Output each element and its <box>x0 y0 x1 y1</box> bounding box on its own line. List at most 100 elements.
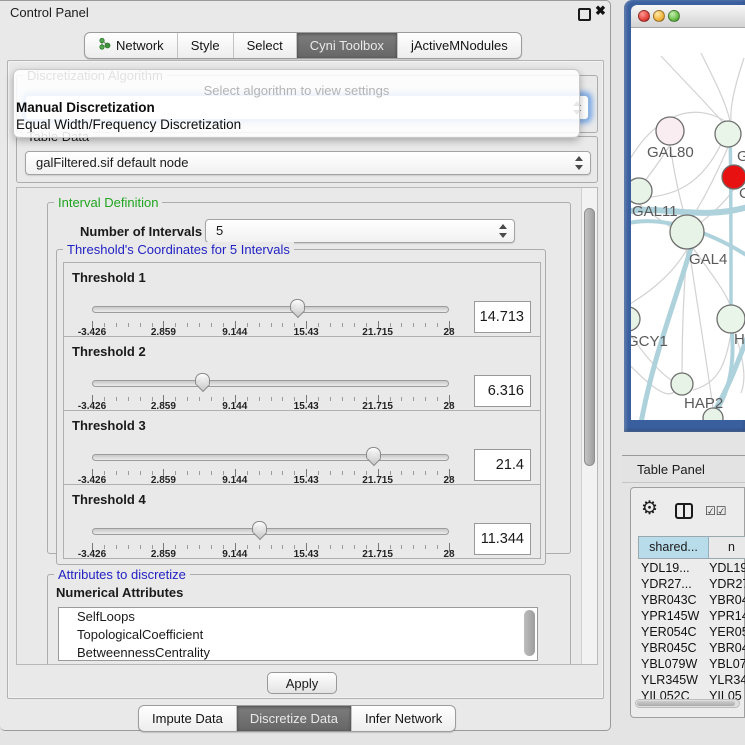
popup-option-manual-discretization[interactable]: Manual Discretization <box>16 100 155 115</box>
close-traffic-light[interactable] <box>638 10 650 22</box>
table-row[interactable]: YBL079WYBL07 <box>638 656 745 672</box>
column-header-name[interactable]: n <box>709 537 745 558</box>
attribute-item[interactable]: BetweennessCentrality <box>59 644 537 661</box>
combo-arrows-icon <box>498 223 507 239</box>
combo-arrows-icon <box>574 155 583 171</box>
screen: Control Panel ✖ Network Style Select <box>0 0 745 745</box>
tick-label: 2.859 <box>151 549 176 560</box>
zoom-traffic-light[interactable] <box>668 10 680 22</box>
network-node[interactable] <box>631 307 640 331</box>
column-header-shared[interactable]: shared... <box>639 537 709 558</box>
network-node-label: HAP2 <box>684 395 723 412</box>
close-icon[interactable]: ✖ <box>595 3 606 19</box>
attribute-item[interactable]: TopologicalCoefficient <box>59 626 537 644</box>
table-data-combobox[interactable]: galFiltered.sif default node <box>25 151 591 175</box>
attributes-group: Attributes to discretize Numerical Attri… <box>47 574 571 665</box>
table-cell: YBR043C <box>638 592 709 608</box>
numerical-attributes-list[interactable]: SelfLoopsTopologicalCoefficientBetweenne… <box>58 607 538 661</box>
network-node[interactable] <box>670 215 704 249</box>
tab-infer-network[interactable]: Infer Network <box>352 706 455 731</box>
threshold-value-field[interactable]: 14.713 <box>474 301 531 333</box>
algorithm-popup: Select algorithm to view settings Manual… <box>13 69 580 138</box>
tab-label: Impute Data <box>152 706 223 731</box>
table-row[interactable]: YPR145WYPR14 <box>638 608 745 624</box>
table-cell: YBR04 <box>709 592 745 608</box>
tab-label: Discretize Data <box>250 706 338 731</box>
tab-label: jActiveMNodules <box>411 33 508 58</box>
table-panel-header: Table Panel <box>622 455 745 483</box>
network-node-label: GCY1 <box>631 333 668 350</box>
slider-thumb[interactable] <box>366 447 381 459</box>
threshold-slider[interactable] <box>92 299 449 321</box>
popup-option-equal-width[interactable]: Equal Width/Frequency Discretization <box>16 117 241 132</box>
tab-label: Infer Network <box>365 706 442 731</box>
tab-select[interactable]: Select <box>234 33 297 58</box>
horizontal-scrollbar-thumb[interactable] <box>637 701 735 706</box>
checkboxes-icon[interactable]: ☑☑ <box>705 504 727 518</box>
threshold-value-field[interactable]: 11.344 <box>474 523 531 555</box>
control-panel-window: Control Panel ✖ Network Style Select <box>0 0 611 731</box>
interval-definition-group: Interval Definition Number of Intervals … <box>47 202 571 554</box>
tick-label: -3.426 <box>78 549 106 560</box>
tab-style[interactable]: Style <box>178 33 234 58</box>
group-title: Interval Definition <box>54 195 162 210</box>
float-window-icon[interactable] <box>578 8 591 21</box>
threshold-value-field[interactable]: 21.4 <box>474 449 531 481</box>
scrollbar-track[interactable] <box>581 188 598 664</box>
threshold-label: Threshold 3 <box>72 418 146 433</box>
popup-prompt: Select algorithm to view settings <box>14 83 579 98</box>
table-data-group: Table Data galFiltered.sif default node <box>16 136 598 183</box>
network-window-titlebar[interactable] <box>631 5 745 28</box>
tab-discretize-data[interactable]: Discretize Data <box>237 706 352 731</box>
network-node[interactable] <box>671 373 693 395</box>
slider-track[interactable] <box>92 454 449 461</box>
network-canvas[interactable]: GAL80GACGAL11GAL4GCY1HHAP2 <box>631 28 745 420</box>
network-node[interactable] <box>715 121 741 147</box>
attribute-item[interactable]: SelfLoops <box>59 608 537 626</box>
apply-button[interactable]: Apply <box>267 672 337 694</box>
table-cell: YER054C <box>638 624 709 640</box>
table-row[interactable]: YER054CYER05 <box>638 624 745 640</box>
split-columns-icon[interactable] <box>675 503 693 519</box>
slider-thumb[interactable] <box>252 521 267 533</box>
group-title: Attributes to discretize <box>54 567 190 582</box>
tab-network[interactable]: Network <box>85 33 178 58</box>
threshold-card: Threshold 4 -3.4262.8599.14415.4321.7152… <box>63 484 541 559</box>
bottom-tab-strip: Impute Data Discretize Data Infer Networ… <box>138 705 456 732</box>
combo-value: galFiltered.sif default node <box>36 155 188 170</box>
minimize-traffic-light[interactable] <box>653 10 665 22</box>
threshold-card: Threshold 1 -3.4262.8599.14415.4321.7152… <box>63 262 541 337</box>
threshold-slider[interactable] <box>92 521 449 543</box>
threshold-slider[interactable] <box>92 447 449 469</box>
network-view-window: GAL80GACGAL11GAL4GCY1HHAP2 <box>624 0 745 432</box>
gear-icon[interactable]: ⚙ <box>641 497 658 520</box>
threshold-slider[interactable] <box>92 373 449 395</box>
network-node[interactable] <box>656 117 684 145</box>
slider-track[interactable] <box>92 528 449 535</box>
number-of-intervals-combobox[interactable]: 5 <box>205 219 515 243</box>
network-node[interactable] <box>717 305 745 333</box>
slider-track[interactable] <box>92 380 449 387</box>
table-row[interactable]: YLR345WYLR34 <box>638 672 745 688</box>
slider-track[interactable] <box>92 306 449 313</box>
tab-label: Style <box>191 33 220 58</box>
slider-thumb[interactable] <box>290 299 305 311</box>
table-cell: YLR34 <box>709 672 745 688</box>
tab-cyni-toolbox[interactable]: Cyni Toolbox <box>297 33 398 58</box>
table-panel-title: Table Panel <box>637 462 705 477</box>
table-row[interactable]: YBR045CYBR04 <box>638 640 745 656</box>
network-canvas-svg: GAL80GACGAL11GAL4GCY1HHAP2 <box>631 28 745 420</box>
table-row[interactable]: YDR27...YDR27 <box>638 576 745 592</box>
list-scrollbar[interactable] <box>524 610 535 656</box>
table-row[interactable]: YDL19...YDL19 <box>638 560 745 576</box>
horizontal-scrollbar[interactable] <box>635 699 740 708</box>
network-node-label: GA <box>737 148 745 165</box>
tab-impute-data[interactable]: Impute Data <box>139 706 237 731</box>
table-row[interactable]: YBR043CYBR04 <box>638 592 745 608</box>
slider-thumb[interactable] <box>195 373 210 385</box>
scrollbar-thumb[interactable] <box>584 208 595 466</box>
network-node-label: H <box>734 331 745 348</box>
threshold-value-field[interactable]: 6.316 <box>474 375 531 407</box>
network-node[interactable] <box>631 178 652 204</box>
tab-jactivemnodules[interactable]: jActiveMNodules <box>398 33 521 58</box>
